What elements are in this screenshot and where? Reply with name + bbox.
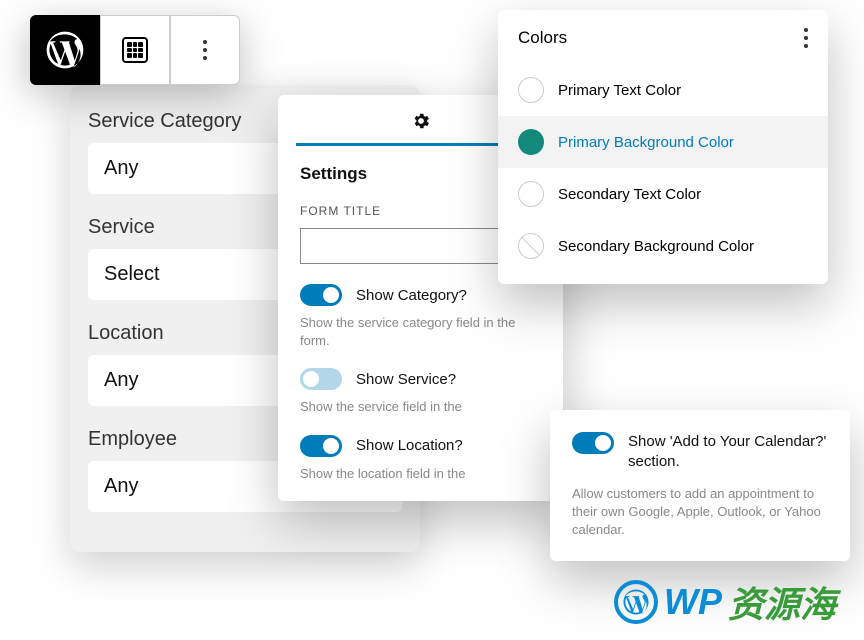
- color-swatch: [518, 129, 544, 155]
- color-label: Secondary Background Color: [558, 238, 754, 255]
- color-label: Primary Background Color: [558, 134, 734, 151]
- more-options-button[interactable]: [170, 15, 240, 85]
- toggle-label: Show 'Add to Your Calendar?' section.: [628, 432, 828, 473]
- colors-title: Colors: [518, 28, 567, 48]
- toggle-show-category[interactable]: [300, 284, 342, 306]
- toggle-label: Show Location?: [356, 437, 463, 454]
- toggle-show-location[interactable]: [300, 435, 342, 457]
- block-grid-button[interactable]: [100, 15, 170, 85]
- color-swatch: [518, 181, 544, 207]
- calendar-setting-card: Show 'Add to Your Calendar?' section. Al…: [550, 410, 850, 561]
- toggle-show-service[interactable]: [300, 368, 342, 390]
- toggle-label: Show Service?: [356, 371, 456, 388]
- color-swatch: [518, 77, 544, 103]
- kebab-icon: [203, 40, 207, 60]
- color-row-primary-text[interactable]: Primary Text Color: [498, 64, 828, 116]
- toggle-label: Show Category?: [356, 287, 467, 304]
- watermark: WP资源海: [614, 576, 836, 628]
- colors-more-button[interactable]: [804, 28, 808, 48]
- toggle-add-to-calendar[interactable]: [572, 432, 614, 454]
- wordpress-icon: [43, 28, 87, 72]
- toggle-desc: Show the location field in the: [300, 465, 541, 483]
- color-row-secondary-text[interactable]: Secondary Text Color: [498, 168, 828, 220]
- watermark-text-wp: WP: [664, 581, 722, 623]
- color-label: Secondary Text Color: [558, 186, 701, 203]
- toggle-desc: Show the service category field in the f…: [300, 314, 541, 350]
- editor-toolbar: [30, 15, 240, 85]
- watermark-text-cn: 资源海: [728, 576, 836, 628]
- toggle-desc: Show the service field in the: [300, 398, 541, 416]
- toggle-desc: Allow customers to add an appointment to…: [572, 485, 828, 540]
- color-label: Primary Text Color: [558, 82, 681, 99]
- color-swatch: [518, 233, 544, 259]
- color-row-secondary-background[interactable]: Secondary Background Color: [498, 220, 828, 272]
- colors-panel: Colors Primary Text Color Primary Backgr…: [498, 10, 828, 284]
- grid-icon: [122, 37, 148, 63]
- gear-icon: [411, 111, 431, 131]
- color-row-primary-background[interactable]: Primary Background Color: [498, 116, 828, 168]
- wordpress-logo-button[interactable]: [30, 15, 100, 85]
- watermark-logo-icon: [614, 580, 658, 624]
